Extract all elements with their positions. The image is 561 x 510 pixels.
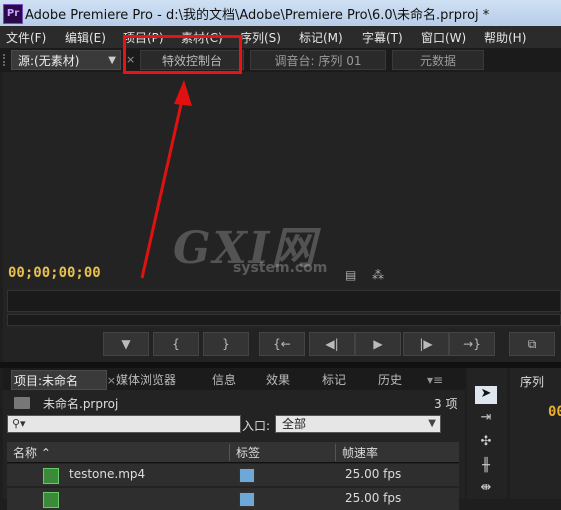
video-clip-icon — [43, 468, 59, 484]
go-to-in-button[interactable]: {← — [259, 332, 305, 356]
project-panel: 项目:未命名 × 媒体浏览器 信息 效果 标记 历史 ▾≡ 未命名.prproj… — [3, 368, 465, 510]
tab-markers[interactable]: 标记 — [322, 370, 346, 390]
watermark-text: system.com — [233, 260, 328, 276]
in-select[interactable]: 全部 ▼ — [275, 415, 441, 433]
menu-title[interactable]: 字幕(T) — [362, 29, 403, 46]
tab-effects[interactable]: 效果 — [266, 370, 290, 390]
in-label: 入口: — [242, 419, 271, 433]
folder-icon — [14, 397, 30, 409]
column-header-name[interactable]: 名称 ⌃ — [13, 444, 51, 461]
window-title: Adobe Premiere Pro - d:\我的文档\Adobe\Premi… — [25, 8, 490, 23]
clip-name: testone.mp4 — [69, 467, 146, 481]
audio-waveform-icon[interactable]: ⁂ — [372, 268, 384, 282]
mark-in-button[interactable]: { — [153, 332, 199, 356]
menu-bar: 文件(F) 编辑(E) 项目(P) 素材(C) 序列(S) 标记(M) 字幕(T… — [0, 26, 561, 49]
panel-grip-icon[interactable] — [3, 54, 9, 66]
chevron-down-icon[interactable]: ▼ — [108, 51, 116, 71]
selection-tool-icon[interactable]: ➤ — [475, 386, 497, 404]
tab-source-label: 源:(无素材) — [18, 54, 80, 68]
sequence-panel: 序列 00 — [510, 368, 561, 499]
premiere-logo-icon: Pr — [3, 4, 23, 24]
label-color-swatch[interactable] — [239, 492, 255, 507]
clip-frame-rate: 25.00 fps — [345, 467, 402, 481]
tab-info[interactable]: 信息 — [212, 370, 236, 390]
insert-button[interactable]: ⧉ — [509, 332, 555, 356]
tab-project-label: 项目:未命名 — [14, 374, 79, 388]
column-header-frame-rate[interactable]: 帧速率 — [335, 444, 378, 461]
label-color-swatch[interactable] — [239, 468, 255, 483]
sort-ascending-icon: ⌃ — [40, 446, 51, 460]
tab-sequence[interactable]: 序列 — [520, 373, 544, 390]
item-count: 3 项 — [434, 397, 458, 411]
rolling-edit-tool-icon[interactable]: ╫ — [475, 458, 497, 476]
rate-stretch-tool-icon[interactable]: ⇼ — [475, 480, 497, 498]
source-zoom-bar[interactable] — [7, 314, 561, 326]
tab-metadata[interactable]: 元数据 — [392, 50, 484, 70]
project-name: 未命名.prproj — [43, 397, 119, 411]
source-monitor: GXI网 system.com 00;00;00;00 ▤ ⁂ ▼ { } {←… — [3, 72, 561, 362]
search-input[interactable]: ⚲▾ — [7, 415, 241, 433]
panel-menu-icon[interactable]: ▾≡ — [427, 370, 443, 390]
table-row[interactable]: 25.00 fps — [7, 488, 459, 510]
play-button[interactable]: ▶ — [355, 332, 401, 356]
chevron-down-icon: ▼ — [428, 418, 436, 429]
source-timecode[interactable]: 00;00;00;00 — [8, 265, 101, 281]
mark-out-button[interactable]: } — [203, 332, 249, 356]
tab-project[interactable]: 项目:未命名 × — [11, 370, 116, 390]
film-icon[interactable]: ▤ — [345, 268, 356, 282]
project-tab-bar: 项目:未命名 × 媒体浏览器 信息 效果 标记 历史 ▾≡ — [3, 368, 465, 390]
table-header: 名称 ⌃ 标签 帧速率 — [7, 442, 459, 463]
menu-window[interactable]: 窗口(W) — [421, 29, 466, 46]
step-back-button[interactable]: ◀| — [309, 332, 355, 356]
video-clip-icon — [43, 492, 59, 508]
menu-file[interactable]: 文件(F) — [6, 29, 46, 46]
menu-help[interactable]: 帮助(H) — [484, 29, 526, 46]
menu-marker[interactable]: 标记(M) — [299, 29, 343, 46]
step-forward-button[interactable]: |▶ — [403, 332, 449, 356]
table-row[interactable]: testone.mp4 25.00 fps — [7, 464, 459, 486]
go-to-out-button[interactable]: →} — [449, 332, 495, 356]
tab-history[interactable]: 历史 — [378, 370, 402, 390]
clip-frame-rate: 25.00 fps — [345, 491, 402, 505]
tab-audio-mixer[interactable]: 调音台: 序列 01 — [250, 50, 386, 70]
sequence-timecode[interactable]: 00 — [548, 404, 561, 420]
add-marker-button[interactable]: ▼ — [103, 332, 149, 356]
annotation-highlight-box — [123, 35, 242, 74]
menu-sequence[interactable]: 序列(S) — [240, 29, 281, 46]
tab-source[interactable]: 源:(无素材) ▼ — [11, 50, 121, 70]
column-header-label[interactable]: 标签 — [229, 444, 260, 461]
close-icon[interactable]: × — [107, 371, 116, 391]
search-icon: ⚲▾ — [12, 417, 26, 430]
tools-panel: ➤ ⇥ ✣ ╫ ⇼ — [467, 368, 507, 499]
ripple-edit-tool-icon[interactable]: ✣ — [475, 434, 497, 452]
menu-edit[interactable]: 编辑(E) — [65, 29, 106, 46]
tab-media-browser[interactable]: 媒体浏览器 — [116, 370, 176, 390]
track-select-tool-icon[interactable]: ⇥ — [475, 410, 497, 428]
source-tab-bar: 源:(无素材) ▼ × 特效控制台 调音台: 序列 01 元数据 — [0, 48, 561, 72]
source-time-ruler[interactable] — [7, 290, 561, 312]
title-bar: Pr Adobe Premiere Pro - d:\我的文档\Adobe\Pr… — [0, 0, 561, 26]
